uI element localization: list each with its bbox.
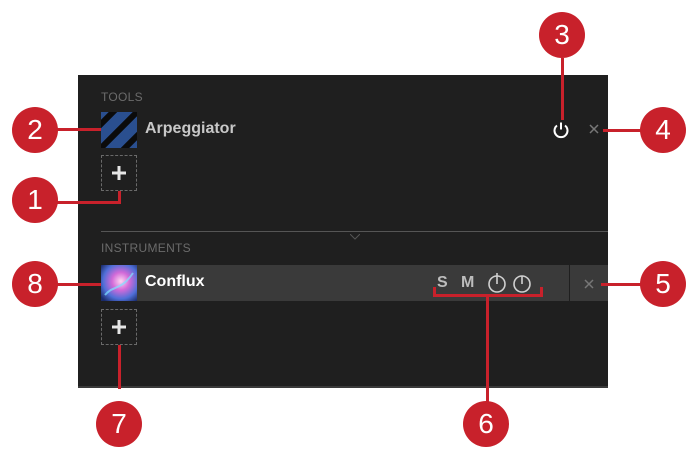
callout-8: 8	[12, 261, 58, 307]
solo-button[interactable]: S	[437, 274, 448, 292]
tool-close-icon[interactable]	[588, 122, 600, 134]
callout-2: 2	[12, 107, 58, 153]
chain-panel: TOOLS Arpeggiator INSTRUMENTS Conflux S …	[78, 75, 608, 388]
plus-icon	[112, 166, 126, 180]
close-icon	[583, 277, 595, 289]
callout-1: 1	[12, 177, 58, 223]
callout-1-line-v	[118, 191, 121, 204]
callout-4-line	[603, 129, 645, 132]
callout-7: 7	[96, 401, 142, 447]
callout-6-bracket-left	[433, 287, 436, 297]
divider-notch-icon	[349, 227, 361, 245]
callout-5-line	[601, 283, 645, 286]
callout-6-line	[486, 294, 489, 406]
add-instrument-button[interactable]	[101, 309, 137, 345]
add-tool-button[interactable]	[101, 155, 137, 191]
callout-3-line	[561, 58, 564, 120]
callout-3: 3	[539, 12, 585, 58]
mute-button[interactable]: M	[461, 274, 474, 292]
callout-6-bracket-right	[540, 287, 543, 297]
callout-7-line	[118, 345, 121, 389]
tools-section-label: TOOLS	[101, 90, 143, 104]
conflux-thumbnail[interactable]	[101, 265, 137, 301]
instrument-name[interactable]: Conflux	[145, 273, 205, 291]
callout-1-line-h	[49, 201, 120, 204]
callout-4: 4	[640, 107, 686, 153]
callout-5: 5	[640, 261, 686, 307]
tool-power-icon[interactable]	[552, 121, 570, 139]
instruments-section-label: INSTRUMENTS	[101, 241, 191, 255]
power-icon[interactable]	[512, 272, 532, 294]
arpeggiator-thumbnail[interactable]	[101, 112, 137, 148]
timer-icon[interactable]	[487, 272, 507, 294]
callout-6: 6	[463, 401, 509, 447]
tool-name[interactable]: Arpeggiator	[145, 120, 236, 138]
plus-icon	[112, 320, 126, 334]
